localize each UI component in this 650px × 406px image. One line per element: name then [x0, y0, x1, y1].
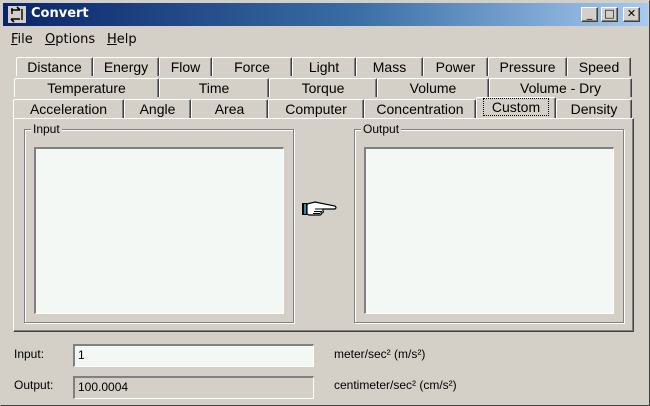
minimize-button[interactable]: _	[581, 7, 598, 22]
tab-speed[interactable]: Speed	[567, 57, 631, 76]
close-button[interactable]: ✕	[623, 7, 640, 22]
output-unit-list[interactable]	[364, 147, 614, 314]
tab-density[interactable]: Density	[556, 99, 632, 118]
menu-bar: File Options Help	[3, 29, 648, 51]
output-group: Output	[354, 121, 624, 323]
tab-volume[interactable]: Volume	[377, 78, 489, 97]
tab-flow[interactable]: Flow	[159, 57, 212, 76]
tab-custom[interactable]: Custom	[476, 97, 556, 118]
input-value-field[interactable]: 1	[73, 344, 314, 367]
tab-torque[interactable]: Torque	[269, 78, 377, 97]
tab-mass[interactable]: Mass	[356, 57, 423, 76]
tab-area[interactable]: Area	[191, 99, 268, 118]
tab-angle[interactable]: Angle	[124, 99, 191, 118]
tab-volume-dry[interactable]: Volume - Dry	[489, 78, 632, 97]
minimize-icon: _	[586, 7, 593, 20]
menu-options[interactable]: Options	[45, 32, 95, 47]
tab-concentration[interactable]: Concentration	[364, 99, 476, 118]
input-unit-list[interactable]	[34, 147, 284, 314]
output-label: Output:	[14, 378, 54, 392]
tab-temperature[interactable]: Temperature	[14, 78, 159, 97]
maximize-icon: □	[604, 7, 615, 20]
tab-energy[interactable]: Energy	[93, 57, 159, 76]
input-group-label: Input	[31, 121, 62, 137]
app-window: Convert _ □ ✕ File Options Help Distance…	[0, 0, 650, 406]
maximize-button[interactable]: □	[601, 7, 618, 22]
tab-panel: Input Output	[13, 118, 634, 332]
pointing-hand-icon[interactable]	[301, 198, 339, 220]
close-icon: ✕	[626, 7, 637, 20]
input-group: Input	[24, 121, 294, 323]
menu-file[interactable]: File	[11, 32, 33, 47]
window-title: Convert	[31, 6, 89, 21]
tab-computer[interactable]: Computer	[268, 99, 364, 118]
menu-help[interactable]: Help	[107, 32, 137, 47]
tab-light[interactable]: Light	[292, 57, 356, 76]
tab-force[interactable]: Force	[212, 57, 292, 76]
tab-time[interactable]: Time	[159, 78, 269, 97]
tab-pressure[interactable]: Pressure	[488, 57, 567, 76]
output-group-label: Output	[361, 121, 402, 137]
tab-distance[interactable]: Distance	[16, 57, 93, 76]
convert-app-icon	[8, 6, 26, 23]
output-value-field[interactable]: 100.0004	[73, 376, 314, 399]
tab-acceleration[interactable]: Acceleration	[13, 99, 124, 118]
output-unit-label: centimeter/sec² (cm/s²)	[334, 378, 457, 392]
input-label: Input:	[14, 347, 45, 361]
tab-power[interactable]: Power	[423, 57, 488, 76]
input-unit-label: meter/sec² (m/s²)	[334, 347, 426, 361]
title-bar[interactable]: Convert _ □ ✕	[3, 3, 648, 26]
